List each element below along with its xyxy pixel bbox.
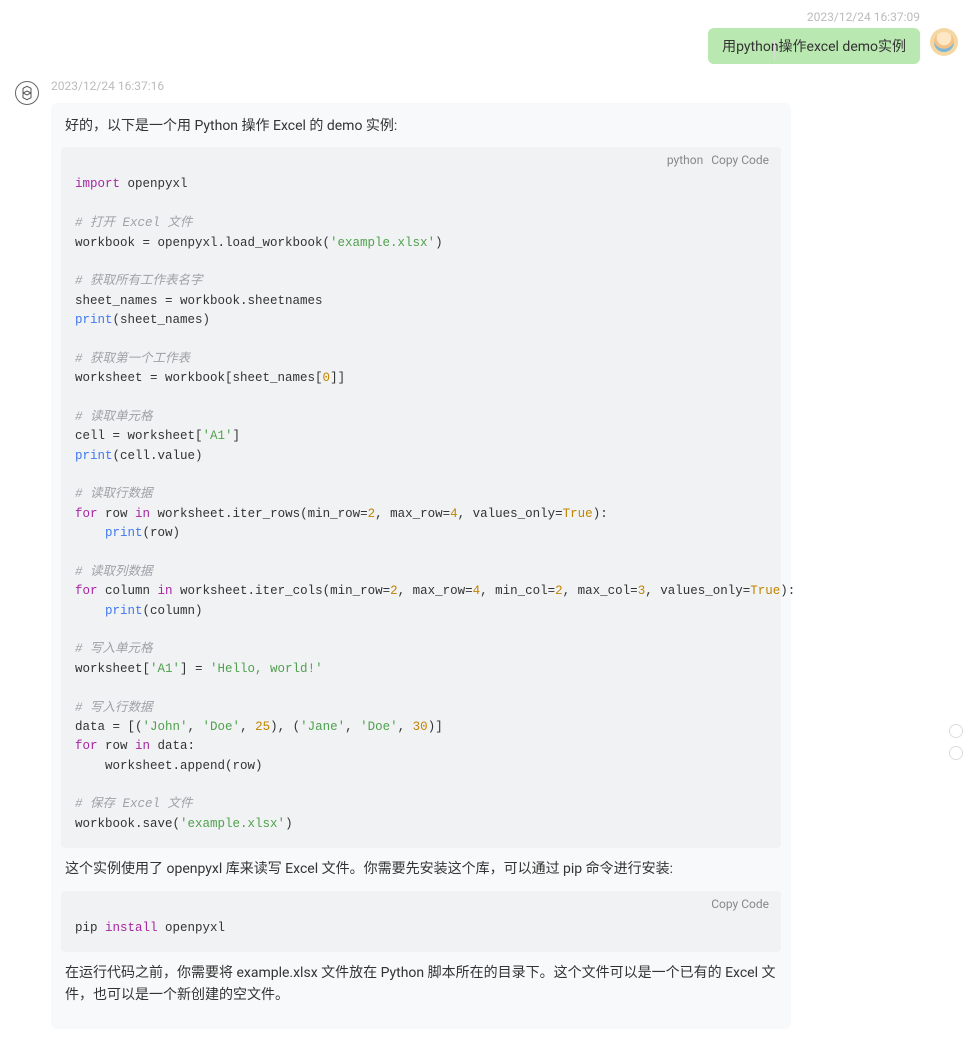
code-block-main: python Copy Code import openpyxl # 打开 Ex… xyxy=(61,147,781,848)
assistant-timestamp: 2023/12/24 16:37:16 xyxy=(51,79,791,93)
refresh-icon[interactable] xyxy=(949,724,963,738)
code-block-install: Copy Code pip install openpyxl xyxy=(61,891,781,952)
assistant-message-row: 2023/12/24 16:37:16 好的，以下是一个用 Python 操作 … xyxy=(15,79,958,1029)
user-avatar[interactable] xyxy=(930,28,958,56)
user-message-bubble: 用python操作excel demo实例 xyxy=(708,28,920,64)
chat-container: 2023/12/24 16:37:09 用python操作excel demo实… xyxy=(0,0,973,1039)
code-content-main[interactable]: import openpyxl # 打开 Excel 文件 workbook =… xyxy=(61,167,781,848)
middle-text: 这个实例使用了 openpyxl 库来读写 Excel 文件。你需要先安装这个库… xyxy=(65,858,777,880)
copy-code-button[interactable]: Copy Code xyxy=(711,153,769,167)
assistant-avatar[interactable] xyxy=(15,81,39,105)
user-message-row: 2023/12/24 16:37:09 用python操作excel demo实… xyxy=(15,10,958,64)
user-timestamp: 2023/12/24 16:37:09 xyxy=(807,10,920,24)
code-header-install: Copy Code xyxy=(61,891,781,911)
side-indicators xyxy=(949,724,963,760)
intro-text: 好的，以下是一个用 Python 操作 Excel 的 demo 实例: xyxy=(65,115,777,137)
copy-code-button[interactable]: Copy Code xyxy=(711,897,769,911)
avatar-image xyxy=(934,32,954,52)
user-message-block: 2023/12/24 16:37:09 用python操作excel demo实… xyxy=(708,10,920,64)
end-text: 在运行代码之前，你需要将 example.xlsx 文件放在 Python 脚本… xyxy=(65,962,777,1007)
scroll-icon[interactable] xyxy=(949,746,963,760)
code-content-install[interactable]: pip install openpyxl xyxy=(61,911,781,952)
code-header: python Copy Code xyxy=(61,147,781,167)
response-body: 好的，以下是一个用 Python 操作 Excel 的 demo 实例: pyt… xyxy=(51,103,791,1029)
openai-icon xyxy=(19,85,35,101)
assistant-content: 2023/12/24 16:37:16 好的，以下是一个用 Python 操作 … xyxy=(51,79,791,1029)
code-language-label: python xyxy=(667,153,703,167)
divider-line xyxy=(774,40,775,60)
